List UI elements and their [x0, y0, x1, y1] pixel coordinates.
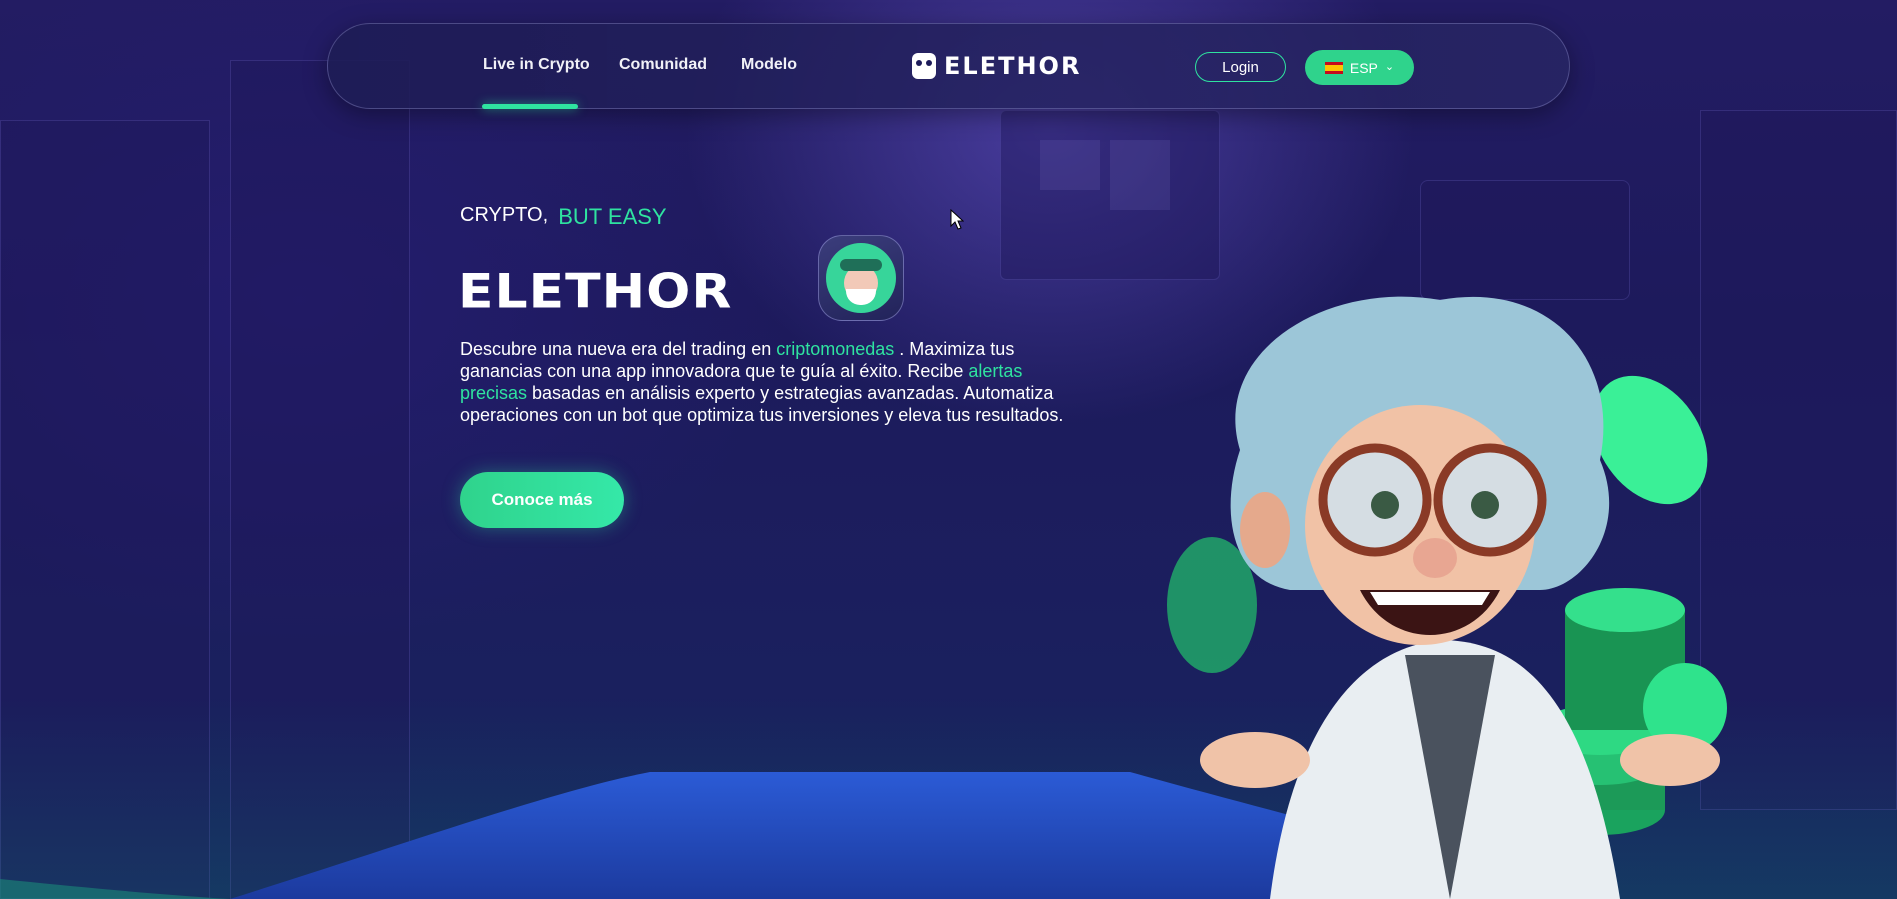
hero-description: Descubre una nueva era del trading en cr… [460, 338, 1080, 426]
language-code: ESP [1349, 59, 1378, 76]
nav-link-live-in-crypto[interactable]: Live in Crypto [483, 56, 590, 74]
nav-link-modelo[interactable]: Modelo [741, 56, 797, 74]
conoce-mas-button[interactable]: Conoce más [460, 472, 624, 528]
eye [1471, 491, 1499, 519]
left-hand [1200, 732, 1310, 788]
login-button[interactable]: Login [1195, 52, 1286, 82]
hero-tagline: CRYPTO, BUT EASY [460, 204, 667, 230]
tagline-prefix: CRYPTO, [460, 204, 549, 226]
bg-window [1040, 140, 1100, 190]
top-navigation-bar: Live in Crypto Comunidad Modelo ELETHOR … [327, 23, 1570, 109]
description-text: basadas en análisis experto y estrategia… [460, 383, 1064, 425]
active-tab-indicator [482, 104, 578, 109]
bg-building [1420, 180, 1630, 300]
teeth [1370, 592, 1490, 605]
ear [1240, 492, 1290, 568]
elethor-logo-icon [912, 53, 936, 79]
scientist-avatar-icon [818, 235, 904, 321]
highlight-criptomonedas: criptomonedas [776, 339, 895, 359]
scientist-mascot-illustration [1167, 296, 1727, 899]
mouse-cursor-icon [950, 209, 964, 230]
hero-title: ELETHOR [458, 265, 733, 319]
right-hand [1620, 734, 1720, 786]
tagline-accent: BUT EASY [558, 204, 667, 229]
brand-logo[interactable]: ELETHOR [912, 52, 1081, 80]
bg-window [1110, 140, 1170, 210]
language-selector[interactable]: ESP ⌄ [1305, 50, 1414, 85]
es-flag-icon [1324, 61, 1343, 74]
brand-name: ELETHOR [944, 52, 1082, 80]
eye [1371, 491, 1399, 519]
nose [1413, 538, 1457, 578]
nav-link-comunidad[interactable]: Comunidad [619, 56, 707, 74]
description-text: Descubre una nueva era del trading en [460, 339, 777, 359]
chevron-down-icon: ⌄ [1384, 61, 1395, 73]
